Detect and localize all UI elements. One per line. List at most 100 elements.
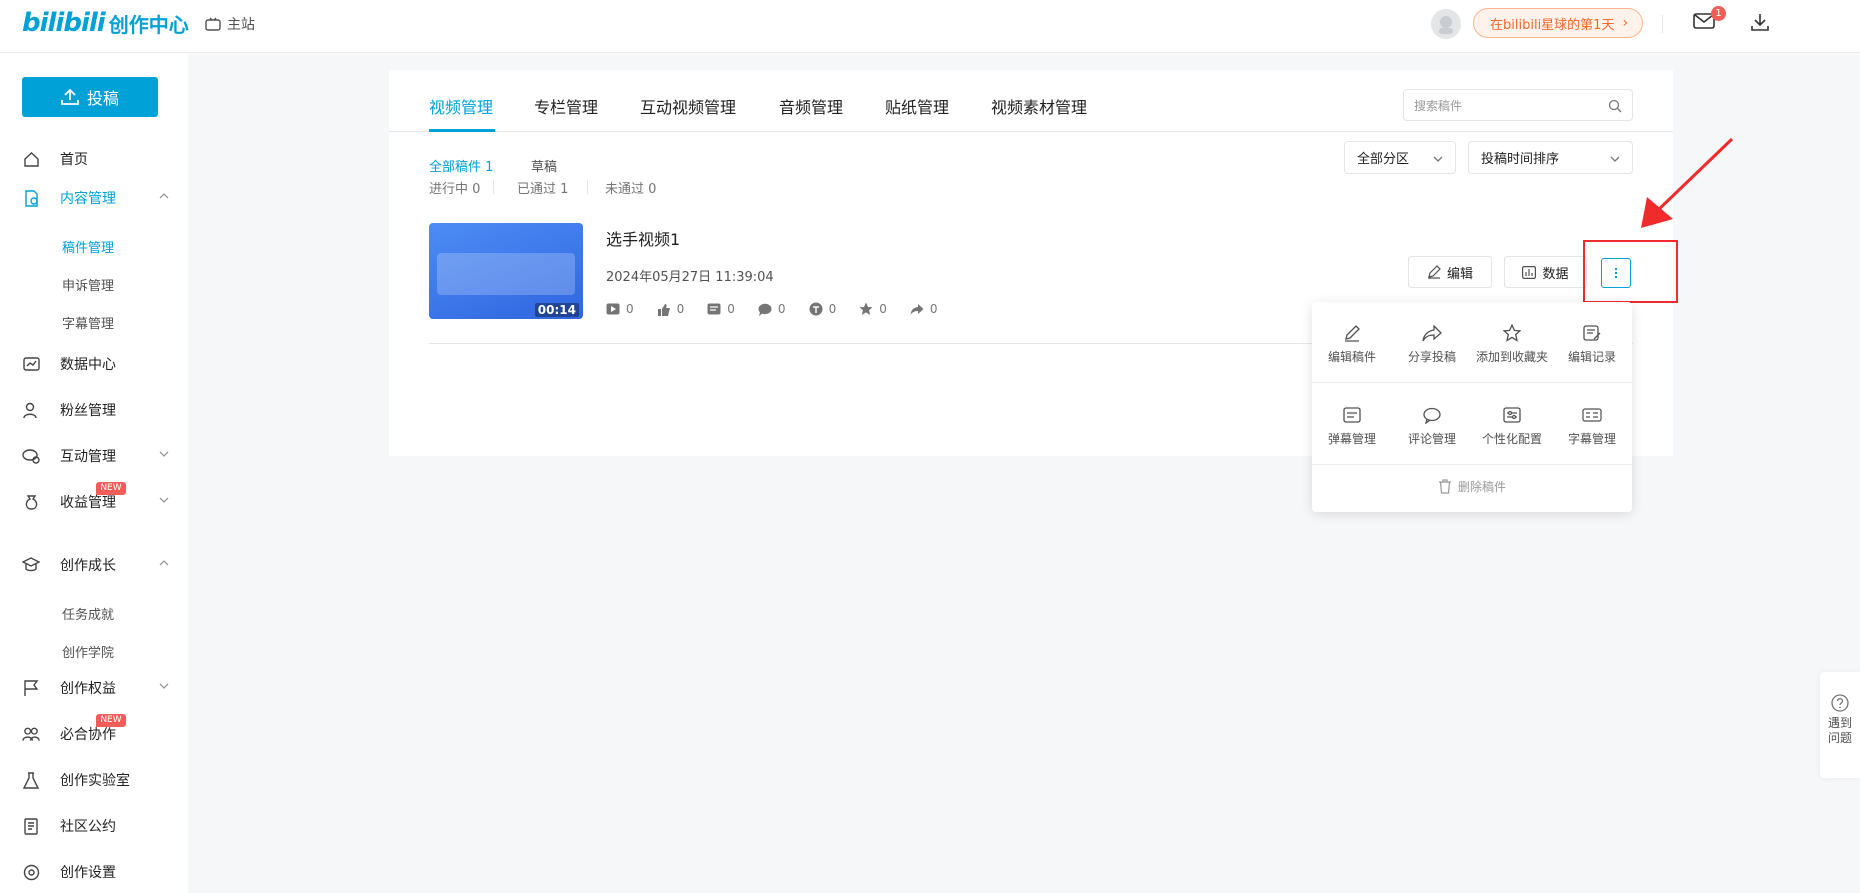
search-icon[interactable] xyxy=(1608,99,1622,113)
sidebar-item-data-center[interactable]: 数据中心 xyxy=(22,353,170,375)
filter-all[interactable]: 全部稿件 1 xyxy=(429,156,493,175)
upload-button[interactable]: 投稿 xyxy=(22,77,158,117)
search-input[interactable]: 搜索稿件 xyxy=(1403,89,1633,121)
status-in-progress[interactable]: 进行中 0 xyxy=(429,178,480,197)
sidebar-subitem-tasks[interactable]: 任务成就 xyxy=(62,604,114,623)
days-badge-label: 在bilibili星球的第1天 xyxy=(1490,17,1615,33)
sidebar-item-label: 创作权益 xyxy=(60,681,116,697)
sidebar-item-home[interactable]: 首页 xyxy=(22,148,170,170)
logo[interactable]: bilibili 创作中心 xyxy=(22,8,189,38)
tab-sticker[interactable]: 贴纸管理 xyxy=(885,94,949,118)
menu-personalize[interactable]: 个性化配置 xyxy=(1472,404,1552,447)
chevron-down-icon xyxy=(158,448,170,464)
stat-value: 0 xyxy=(777,302,786,316)
sidebar-item-community[interactable]: 社区公约 xyxy=(22,815,170,837)
sidebar-item-label: 收益管理 xyxy=(60,495,116,511)
video-thumbnail[interactable]: 00:14 xyxy=(429,223,583,319)
sidebar-item-label: 内容管理 xyxy=(60,191,116,207)
tab-video[interactable]: 视频管理 xyxy=(429,94,493,118)
comment-icon xyxy=(758,303,772,316)
stat-shares: 0 xyxy=(910,302,938,316)
share-icon xyxy=(1422,324,1442,341)
menu-label: 分享投稿 xyxy=(1407,350,1456,364)
sidebar-subitem-subtitles[interactable]: 字幕管理 xyxy=(62,313,114,332)
home-icon xyxy=(22,150,40,168)
video-title[interactable]: 选手视频1 xyxy=(606,226,680,250)
sidebar-item-interaction[interactable]: 互动管理 xyxy=(22,445,170,467)
sidebar-subitem-academy[interactable]: 创作学院 xyxy=(62,642,114,661)
chart-icon xyxy=(22,355,40,373)
chevron-up-icon xyxy=(158,557,170,573)
stat-comments: 0 xyxy=(758,302,786,316)
active-tab-indicator xyxy=(429,129,495,132)
chevron-down-icon xyxy=(1433,156,1443,162)
days-badge[interactable]: 在bilibili星球的第1天 › xyxy=(1473,8,1644,38)
menu-comment-manage[interactable]: 评论管理 xyxy=(1392,404,1472,447)
sidebar-item-label: 创作成长 xyxy=(60,558,116,574)
sort-select[interactable]: 投稿时间排序 xyxy=(1468,141,1633,174)
sidebar-item-content[interactable]: 内容管理 xyxy=(22,187,170,209)
logo-suffix: 创作中心 xyxy=(108,12,189,37)
status-passed[interactable]: 已通过 1 xyxy=(517,178,568,197)
sidebar-item-rights[interactable]: 创作权益 xyxy=(22,677,170,699)
menu-danmaku-manage[interactable]: 弹幕管理 xyxy=(1312,404,1392,447)
download-button[interactable] xyxy=(1750,12,1770,36)
menu-label: 个性化配置 xyxy=(1481,432,1542,446)
edit-record-icon xyxy=(1582,324,1600,341)
sidebar-subitem-appeals[interactable]: 申诉管理 xyxy=(62,275,114,294)
share-icon xyxy=(910,303,924,315)
user-icon xyxy=(22,401,40,419)
tv-icon xyxy=(205,17,221,31)
menu-add-favorite[interactable]: 添加到收藏夹 xyxy=(1472,322,1552,365)
graduation-cap-icon xyxy=(22,556,40,574)
menu-label: 编辑记录 xyxy=(1567,350,1616,364)
zone-select[interactable]: 全部分区 xyxy=(1344,141,1456,174)
chat-icon xyxy=(22,447,40,465)
divider xyxy=(1312,464,1632,465)
config-icon xyxy=(1503,407,1521,423)
tab-audio[interactable]: 音频管理 xyxy=(779,94,843,118)
divider xyxy=(1312,382,1632,383)
pencil-icon xyxy=(1427,265,1441,279)
menu-label: 删除稿件 xyxy=(1457,480,1506,494)
red-arrow-annotation xyxy=(1641,137,1734,228)
team-icon xyxy=(22,725,40,743)
stat-value: 0 xyxy=(929,302,938,316)
stat-value: 0 xyxy=(676,302,685,316)
stat-value: 0 xyxy=(626,302,634,316)
sidebar-item-growth[interactable]: 创作成长 xyxy=(22,554,170,576)
menu-edit-record[interactable]: 编辑记录 xyxy=(1552,322,1632,365)
edit-button[interactable]: 编辑 xyxy=(1408,256,1492,288)
more-options-menu: 编辑稿件 分享投稿 添加到收藏夹 编辑记录 弹幕管理 评论管理 个性化配置 字幕… xyxy=(1312,302,1632,512)
data-button[interactable]: 数据 xyxy=(1504,256,1587,288)
help-float-button[interactable]: 遇到问题 xyxy=(1820,672,1860,778)
avatar[interactable] xyxy=(1431,9,1461,39)
home-link[interactable]: 主站 xyxy=(205,14,255,34)
sidebar-item-label: 数据中心 xyxy=(60,357,116,373)
menu-subtitle-manage[interactable]: 字幕管理 xyxy=(1552,404,1632,447)
logo-brand: bilibili xyxy=(22,8,106,38)
tab-column[interactable]: 专栏管理 xyxy=(534,94,598,118)
sidebar-item-settings[interactable]: 创作设置 xyxy=(22,861,170,883)
sidebar-subitem-manuscripts[interactable]: 稿件管理 xyxy=(62,237,114,256)
danmaku-icon xyxy=(1343,407,1361,423)
status-rejected[interactable]: 未通过 0 xyxy=(605,178,656,197)
sidebar-item-fans[interactable]: 粉丝管理 xyxy=(22,399,170,421)
tab-interactive-video[interactable]: 互动视频管理 xyxy=(640,94,736,118)
menu-label: 评论管理 xyxy=(1407,432,1456,446)
sidebar-item-label: 社区公约 xyxy=(60,819,116,835)
menu-edit-manuscript[interactable]: 编辑稿件 xyxy=(1312,322,1392,365)
content-icon xyxy=(22,189,40,207)
question-icon xyxy=(1831,694,1849,712)
mail-button[interactable]: 1 xyxy=(1693,6,1726,34)
thumbnail-panel xyxy=(437,253,575,295)
menu-share[interactable]: 分享投稿 xyxy=(1392,322,1472,365)
sidebar-item-lab[interactable]: 创作实验室 xyxy=(22,769,170,791)
download-icon xyxy=(1751,14,1769,31)
tab-video-material[interactable]: 视频素材管理 xyxy=(991,94,1087,118)
filter-draft[interactable]: 草稿 xyxy=(531,156,557,175)
menu-delete-manuscript[interactable]: 删除稿件 xyxy=(1312,478,1632,495)
stat-coins: 0 xyxy=(809,302,836,316)
chevron-down-icon xyxy=(1610,156,1620,162)
comment-icon xyxy=(1423,407,1441,424)
